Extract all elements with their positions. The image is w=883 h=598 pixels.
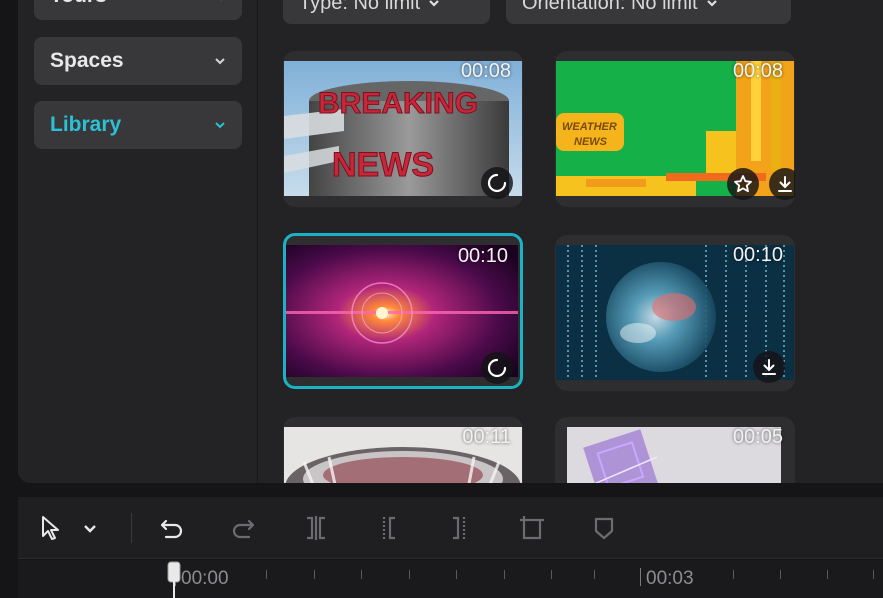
media-card[interactable]: BREAKING NEWS 00:08 (283, 51, 523, 207)
media-card-selected[interactable]: 00:10 (283, 233, 523, 389)
chevron-down-icon (706, 0, 717, 7)
trim-right-icon (453, 516, 466, 540)
shield-icon (594, 517, 614, 540)
ruler-tick (456, 570, 457, 579)
ruler-tick (640, 568, 641, 586)
ruler-tick (780, 570, 781, 579)
type-filter-dropdown[interactable]: Type: No limit (283, 0, 490, 24)
library-panel: Tours ⌵ Spaces Library Type: No limit Or… (18, 0, 883, 483)
chevron-down-icon: ⌵ (216, 0, 226, 4)
delete-right-button[interactable] (443, 511, 477, 545)
thumbnail-text-line1: BREAKING (318, 87, 478, 120)
sidebar-item-tours[interactable]: Tours ⌵ (34, 0, 242, 20)
undo-button[interactable] (155, 511, 189, 545)
sidebar-item-label: Tours (50, 0, 107, 8)
chevron-down-icon (429, 0, 439, 7)
timeline-toolbar (18, 497, 883, 559)
select-tool-dropdown[interactable] (78, 511, 102, 545)
split-button[interactable] (299, 511, 333, 545)
duration-label: 00:05 (732, 426, 783, 448)
ruler-tick (409, 570, 410, 579)
ruler-tick (504, 570, 505, 579)
marker-button[interactable] (587, 511, 621, 545)
crop-icon (520, 516, 544, 540)
thumbnail-text-line2: NEWS (332, 146, 434, 184)
ruler-tick (266, 570, 267, 579)
ruler-tick (873, 570, 874, 579)
redo-button[interactable] (226, 511, 260, 545)
loading-icon (481, 352, 513, 384)
trim-left-icon (382, 516, 395, 540)
download-button[interactable] (753, 351, 785, 383)
media-card[interactable]: WEATHER NEWS 00:08 (555, 51, 795, 207)
chevron-down-icon (84, 525, 96, 533)
ruler-tick (551, 570, 552, 579)
download-button[interactable] (769, 168, 795, 200)
ruler-tick (594, 570, 595, 579)
duration-label: 00:10 (732, 244, 783, 266)
ruler-tick (361, 570, 362, 579)
ruler-tick (827, 570, 828, 579)
timeline-ruler[interactable]: 00:00 00:03 (18, 560, 883, 598)
ruler-tick (733, 570, 734, 579)
duration-label: 00:08 (732, 60, 783, 82)
download-icon (778, 176, 792, 192)
star-icon (734, 175, 752, 193)
sidebar-item-spaces[interactable]: Spaces (34, 37, 242, 85)
pointer-icon (42, 516, 59, 540)
delete-left-button[interactable] (371, 511, 405, 545)
crop-button[interactable] (515, 511, 549, 545)
media-card[interactable]: 00:05 (555, 417, 795, 483)
redo-icon (232, 519, 255, 539)
media-card[interactable]: 00:10 (555, 235, 795, 391)
chevron-down-icon (215, 122, 225, 129)
thumbnail-text-line2: NEWS (574, 136, 608, 148)
sidebar: Tours ⌵ Spaces Library (18, 0, 258, 483)
orientation-filter-label: Orientation: No limit (522, 0, 698, 14)
media-card[interactable]: 00:11 (283, 417, 523, 483)
thumbnail-text-line1: WEATHER (562, 121, 617, 133)
sidebar-item-library[interactable]: Library (34, 101, 242, 149)
playhead[interactable] (167, 560, 181, 598)
sidebar-item-label: Spaces (50, 49, 124, 72)
duration-label: 00:10 (457, 245, 508, 267)
duration-label: 00:11 (462, 426, 511, 448)
ruler-label: 00:03 (646, 568, 694, 589)
chevron-down-icon (215, 58, 225, 65)
loading-icon (481, 167, 513, 199)
type-filter-label: Type: No limit (299, 0, 421, 14)
sidebar-item-label: Library (50, 113, 122, 136)
duration-label: 00:08 (460, 60, 511, 82)
select-tool-button[interactable] (34, 511, 68, 545)
split-icon (307, 516, 325, 540)
orientation-filter-dropdown[interactable]: Orientation: No limit (506, 0, 791, 24)
ruler-tick (314, 570, 315, 579)
ruler-label: 00:00 (181, 568, 229, 589)
favorite-button[interactable] (727, 168, 759, 200)
undo-icon (160, 519, 183, 539)
download-icon (762, 359, 776, 375)
toolbar-divider (131, 513, 132, 543)
